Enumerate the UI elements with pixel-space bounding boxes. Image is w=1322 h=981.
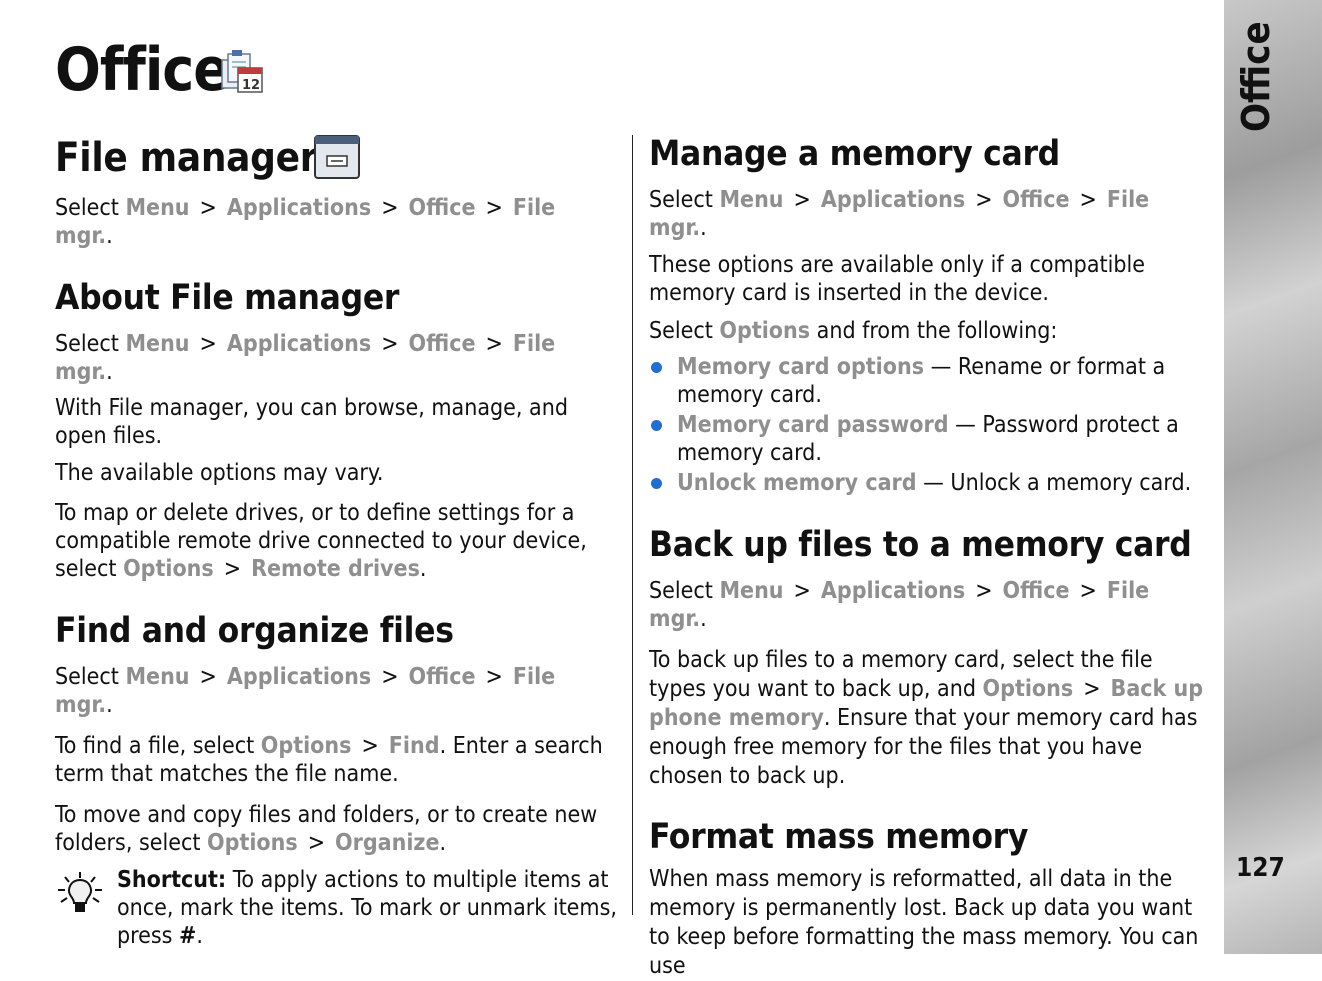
backup-path: Select Menu > Applications > Office > File mgr… — [649, 578, 1150, 632]
calendar-documents-icon: 12 — [221, 50, 263, 93]
menu-link[interactable]: Menu — [719, 187, 783, 213]
options-link[interactable]: Options — [983, 676, 1074, 702]
find-path: Select Menu > Applications > Office > File mgr… — [55, 664, 556, 718]
backup-paragraph: To back up files to a memory card, selec… — [649, 647, 1204, 789]
about-path: Select Menu > Applications > Office > File mgr… — [55, 331, 556, 385]
menu-link[interactable]: Menu — [125, 331, 189, 357]
memory-card-options-list: Memory card options — Rename or format a… — [649, 353, 1214, 497]
bullet-icon — [651, 362, 662, 373]
right-column: Manage a memory card Select Menu > Applica… — [649, 130, 1214, 981]
file-manager-heading: File manager — [55, 135, 318, 181]
left-column: File manager Select Menu > Applications > Of… — [55, 130, 620, 950]
manage-memory-card-heading: Manage a memory card — [649, 134, 1060, 174]
remote-drives-link[interactable]: Remote drives — [251, 556, 420, 582]
applications-link[interactable]: Applications — [227, 664, 371, 690]
page-number: 127 — [1236, 853, 1285, 883]
chapter-sidebar — [1224, 0, 1322, 954]
menu-link[interactable]: Menu — [125, 664, 189, 690]
unlock-memory-card-link[interactable]: Unlock memory card — [677, 470, 917, 496]
applications-link[interactable]: Applications — [821, 187, 965, 213]
applications-link[interactable]: Applications — [821, 578, 965, 604]
format-mass-memory-heading: Format mass memory — [649, 817, 1029, 857]
bullet-icon — [651, 420, 662, 431]
find-link[interactable]: Find — [389, 733, 440, 759]
office-link[interactable]: Office — [409, 195, 476, 221]
list-item: Unlock memory card — Unlock a memory car… — [649, 469, 1214, 497]
list-item: Memory card password — Password protect … — [649, 411, 1214, 467]
column-divider — [632, 135, 633, 915]
menu-link[interactable]: Menu — [719, 578, 783, 604]
shortcut-label: Shortcut: — [117, 867, 227, 893]
backup-heading: Back up files to a memory card — [649, 525, 1192, 565]
memory-card-options-link[interactable]: Memory card options — [677, 354, 924, 380]
options-link[interactable]: Options — [719, 318, 810, 344]
bullet-icon — [651, 478, 662, 489]
find-paragraph: To find a file, select Options > Find. Ent… — [55, 733, 603, 787]
list-item: Memory card options — Rename or format a… — [649, 353, 1214, 409]
office-link[interactable]: Office — [1003, 187, 1070, 213]
options-link[interactable]: Options — [261, 733, 352, 759]
organize-paragraph: To move and copy files and folders, or t… — [55, 802, 598, 856]
manage-path: Select Menu > Applications > Office > File mgr… — [649, 187, 1150, 241]
manage-paragraph-2: Select Options and from the following: — [649, 318, 1058, 344]
menu-link[interactable]: Menu — [125, 195, 189, 221]
about-heading: About File manager — [55, 278, 400, 318]
file-manager-icon — [314, 135, 360, 179]
applications-link[interactable]: Applications — [227, 195, 371, 221]
office-link[interactable]: Office — [409, 664, 476, 690]
shortcut-key: # — [179, 923, 197, 949]
memory-card-password-link[interactable]: Memory card password — [677, 412, 949, 438]
svg-text:12: 12 — [242, 78, 260, 93]
page-title: Office — [55, 35, 230, 105]
file-manager-path: Select Menu > Applications > Office > File mgr… — [55, 195, 556, 249]
options-link[interactable]: Options — [123, 556, 214, 582]
manage-paragraph-1: These options are available only if a co… — [649, 252, 1145, 306]
options-link[interactable]: Options — [207, 830, 298, 856]
office-link[interactable]: Office — [409, 331, 476, 357]
about-paragraph-1: With File manager, you can browse, manag… — [55, 395, 568, 449]
applications-link[interactable]: Applications — [227, 331, 371, 357]
chapter-label: Office — [1234, 21, 1278, 132]
office-link[interactable]: Office — [1003, 578, 1070, 604]
shortcut-tip: Shortcut: To apply actions to multiple i… — [55, 866, 620, 950]
about-paragraph-3: To map or delete drives, or to define se… — [55, 500, 587, 582]
organize-link[interactable]: Organize — [335, 830, 439, 856]
format-paragraph: When mass memory is reformatted, all dat… — [649, 866, 1199, 979]
about-paragraph-2: The available options may vary. — [55, 460, 384, 486]
find-organize-heading: Find and organize files — [55, 611, 454, 651]
lightbulb-icon — [58, 872, 102, 912]
